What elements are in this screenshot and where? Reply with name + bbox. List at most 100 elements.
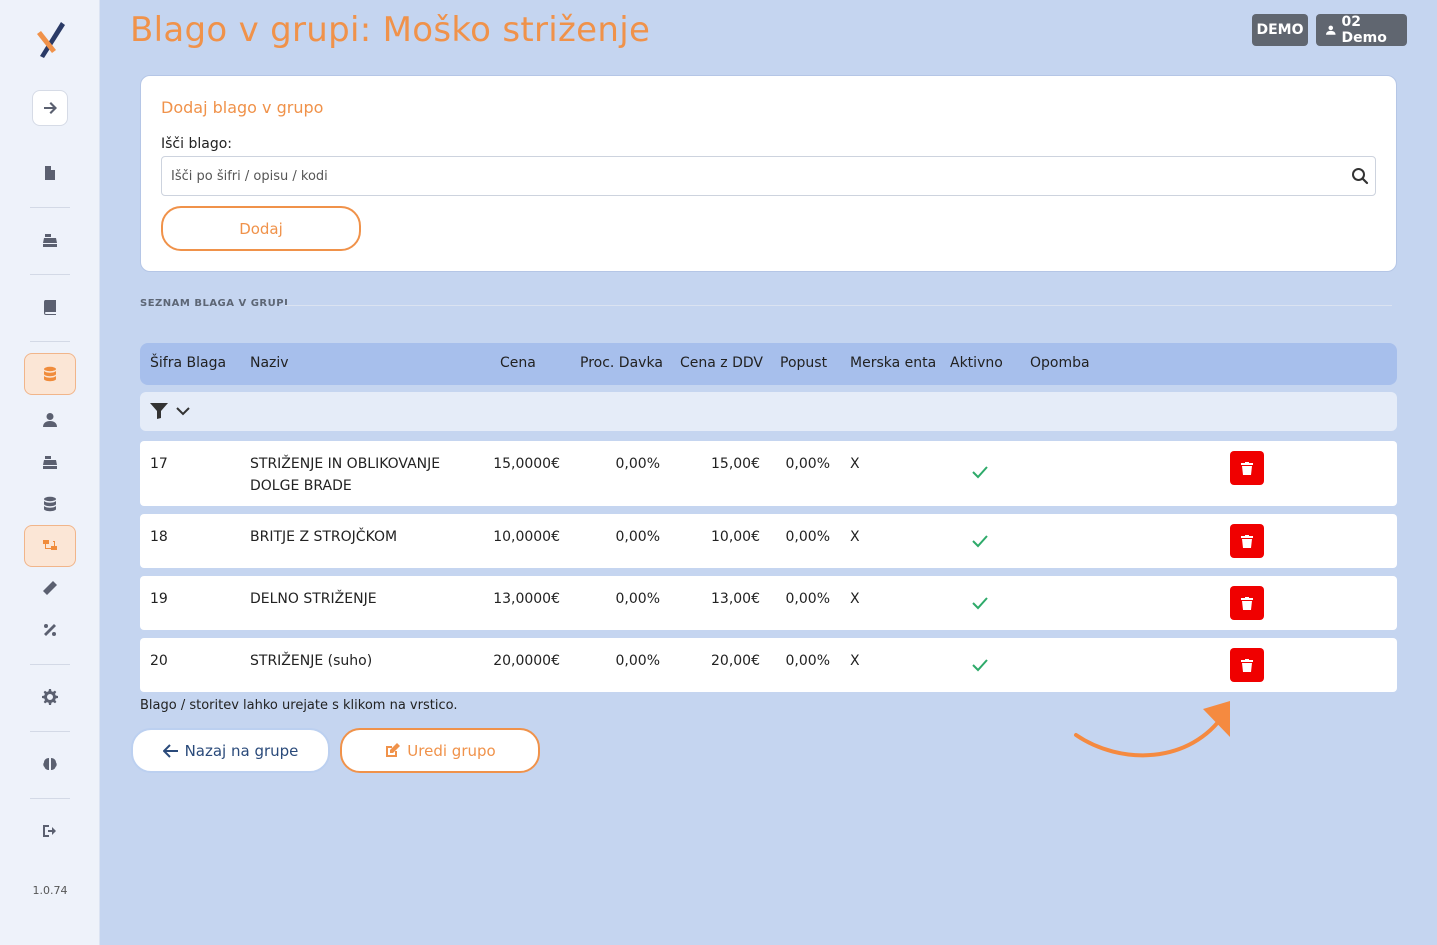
- back-button-label: Nazaj na grupe: [184, 741, 299, 760]
- add-item-title: Dodaj blago v grupo: [161, 98, 324, 117]
- sidebar-item-logout[interactable]: [0, 811, 100, 851]
- demo-badge-label: DEMO: [1256, 22, 1304, 38]
- logout-icon: [43, 825, 56, 837]
- check-icon: [972, 597, 988, 610]
- cell-enota: X: [850, 529, 860, 545]
- search-input[interactable]: [162, 157, 1375, 195]
- cell-cena: 10,0000€: [493, 529, 560, 545]
- delete-button[interactable]: [1230, 524, 1264, 558]
- sidebar-item-database-active[interactable]: [0, 353, 100, 395]
- cell-naziv: STRIŽENJE IN OBLIKOVANJE DOLGE BRADE: [250, 456, 441, 494]
- sidebar-item-stock[interactable]: [0, 484, 100, 524]
- app-version: 1.0.74: [32, 884, 68, 897]
- column-header-cena[interactable]: Cena: [500, 355, 536, 371]
- sidebar-item-groups-active[interactable]: [0, 525, 100, 567]
- database-icon: [44, 366, 56, 382]
- sidebar-item-units[interactable]: [0, 568, 100, 608]
- sidebar-item-ai[interactable]: [0, 744, 100, 784]
- sidebar-item-taxes[interactable]: [0, 610, 100, 650]
- column-header-sifra[interactable]: Šifra Blaga: [150, 355, 226, 371]
- sidebar-item-cash-register[interactable]: [0, 220, 100, 260]
- column-header-opomba[interactable]: Opomba: [1030, 355, 1090, 371]
- cash-register-icon: [43, 234, 57, 247]
- book-icon: [43, 300, 56, 315]
- database-icon: [44, 496, 56, 512]
- cell-davek: 0,00%: [615, 591, 660, 607]
- trash-icon: [1241, 658, 1253, 672]
- demo-badge[interactable]: DEMO: [1252, 14, 1308, 46]
- cell-davek: 0,00%: [615, 529, 660, 545]
- column-header-aktivno[interactable]: Aktivno: [950, 355, 1003, 371]
- edit-hint: Blago / storitev lahko urejate s klikom …: [140, 698, 458, 713]
- user-badge[interactable]: 02 Demo: [1316, 14, 1407, 46]
- table-row[interactable]: 17 STRIŽENJE IN OBLIKOVANJE DOLGE BRADE …: [140, 441, 1397, 506]
- sidebar-divider: [30, 664, 70, 665]
- cell-cena: 20,0000€: [493, 653, 560, 669]
- delete-button[interactable]: [1230, 586, 1264, 620]
- cell-enota: X: [850, 591, 860, 607]
- cell-cena: 13,0000€: [493, 591, 560, 607]
- sidebar-item-settings[interactable]: [0, 677, 100, 717]
- arrow-right-icon: [44, 102, 57, 114]
- search-icon[interactable]: [1351, 167, 1369, 185]
- table-row[interactable]: 20 STRIŽENJE (suho) 20,0000€ 0,00% 20,00…: [140, 638, 1397, 692]
- section-label: SEZNAM BLAGA V GRUPI: [140, 298, 289, 309]
- trash-icon: [1241, 461, 1253, 475]
- sidebar-item-book[interactable]: [0, 287, 100, 327]
- brain-icon: [43, 758, 57, 770]
- chevron-down-icon[interactable]: [176, 406, 190, 416]
- delete-button[interactable]: [1230, 451, 1264, 485]
- cell-sifra: 19: [150, 591, 168, 607]
- column-header-enota[interactable]: Merska enta: [850, 355, 936, 371]
- sidebar-divider: [30, 798, 70, 799]
- sidebar-item-documents[interactable]: [0, 153, 100, 193]
- back-to-groups-button[interactable]: Nazaj na grupe: [131, 728, 330, 773]
- edit-icon: [386, 743, 401, 757]
- cell-cena: 15,0000€: [493, 456, 560, 472]
- column-header-naziv[interactable]: Naziv: [250, 355, 289, 371]
- search-box: [161, 156, 1376, 196]
- check-icon: [972, 535, 988, 548]
- add-button[interactable]: Dodaj: [161, 206, 361, 251]
- cell-davek: 0,00%: [615, 653, 660, 669]
- add-button-label: Dodaj: [239, 219, 283, 238]
- cell-sifra: 20: [150, 653, 168, 669]
- filter-row: [140, 392, 1397, 431]
- column-header-popust[interactable]: Popust: [780, 355, 827, 371]
- sidebar-item-users[interactable]: [0, 400, 100, 440]
- section-divider: [285, 305, 1392, 306]
- table-row[interactable]: 19 DELNO STRIŽENJE 13,0000€ 0,00% 13,00€…: [140, 576, 1397, 630]
- gear-icon: [42, 689, 58, 705]
- expand-sidebar-button[interactable]: [0, 88, 100, 128]
- sidebar-divider: [30, 341, 70, 342]
- edit-button-label: Uredi grupo: [407, 741, 496, 760]
- trash-icon: [1241, 596, 1253, 610]
- check-icon: [972, 466, 988, 479]
- page-title: Blago v grupi: Moško striženje: [130, 10, 651, 50]
- cell-enota: X: [850, 653, 860, 669]
- edit-group-button[interactable]: Uredi grupo: [340, 728, 540, 773]
- document-icon: [45, 166, 55, 180]
- table-row[interactable]: 18 BRITJE Z STROJČKOM 10,0000€ 0,00% 10,…: [140, 514, 1397, 568]
- check-icon: [972, 659, 988, 672]
- cell-naziv: DELNO STRIŽENJE: [250, 591, 377, 607]
- sidebar-divider: [30, 731, 70, 732]
- cell-sifra: 18: [150, 529, 168, 545]
- cell-naziv: STRIŽENJE (suho): [250, 653, 373, 669]
- sidebar-divider: [30, 207, 70, 208]
- sidebar-divider: [30, 274, 70, 275]
- sidebar: 1.0.74: [0, 0, 100, 945]
- sidebar-item-registers[interactable]: [0, 442, 100, 482]
- user-icon: [43, 413, 57, 427]
- cell-popust: 0,00%: [785, 529, 830, 545]
- cell-cena-ddv: 10,00€: [711, 529, 760, 545]
- cell-sifra: 17: [150, 456, 168, 472]
- cell-davek: 0,00%: [615, 456, 660, 472]
- column-header-davek[interactable]: Proc. Davka: [580, 355, 663, 371]
- column-header-cena-ddv[interactable]: Cena z DDV: [680, 355, 763, 371]
- cell-enota: X: [850, 456, 860, 472]
- logo-icon[interactable]: [34, 20, 68, 60]
- delete-button[interactable]: [1230, 648, 1264, 682]
- cash-register-icon: [43, 456, 57, 469]
- filter-icon[interactable]: [150, 403, 168, 419]
